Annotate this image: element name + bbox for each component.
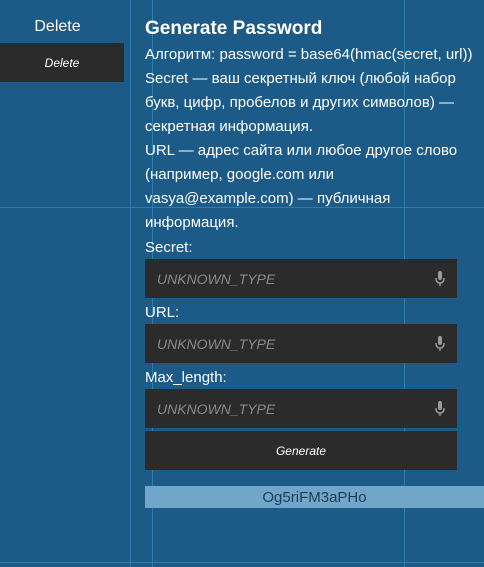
url-field (145, 324, 457, 363)
max-length-label: Max_length: (145, 369, 227, 386)
secret-label: Secret: (145, 239, 193, 256)
microphone-icon[interactable] (433, 400, 447, 418)
secret-field (145, 259, 457, 298)
sidebar-title: Delete (34, 18, 81, 35)
url-label: URL: (145, 304, 180, 321)
main-content: Generate Password Алгоритм: password = b… (145, 18, 484, 235)
guide-line-vertical (130, 0, 131, 567)
page-title: Generate Password (145, 18, 323, 39)
url-input[interactable] (155, 334, 433, 353)
description: Алгоритм: password = base64(hmac(secret,… (145, 43, 484, 235)
generate-button[interactable]: Generate (145, 431, 457, 470)
microphone-icon[interactable] (433, 270, 447, 288)
microphone-icon[interactable] (433, 335, 447, 353)
description-url: URL — адрес сайта или любое другое слово… (145, 142, 458, 231)
secret-input[interactable] (155, 269, 433, 288)
description-secret: Secret — ваш секретный ключ (любой набор… (145, 70, 456, 135)
description-algorithm: Алгоритм: password = base64(hmac(secret,… (145, 46, 473, 63)
max-length-field (145, 389, 457, 428)
generated-password: Og5riFM3aPHo (145, 486, 484, 508)
max-length-input[interactable] (155, 399, 433, 418)
guide-line-horizontal (0, 562, 484, 563)
delete-button[interactable]: Delete (0, 43, 124, 82)
